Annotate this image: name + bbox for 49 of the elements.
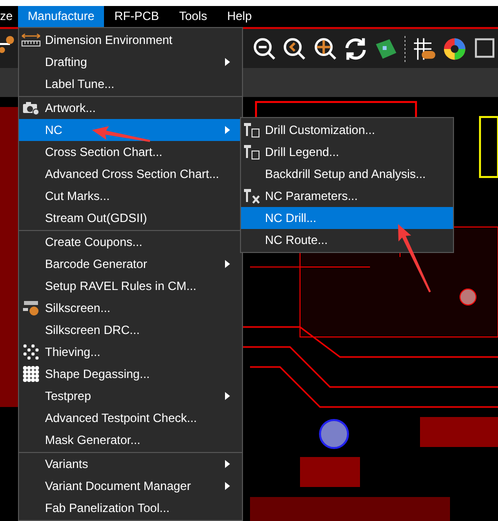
- menu-item[interactable]: Testprep: [19, 385, 242, 407]
- menu-item[interactable]: Drill Legend...: [241, 141, 453, 163]
- drill-icon: [243, 144, 261, 160]
- menu-item[interactable]: Cut Marks...: [19, 185, 242, 207]
- menu-item[interactable]: NC Parameters...: [241, 185, 453, 207]
- menu-bar-item[interactable]: RF-PCB: [104, 6, 170, 27]
- camera-icon: [22, 101, 40, 115]
- menu-item[interactable]: Backdrill Setup and Analysis...: [241, 163, 453, 185]
- menu-item[interactable]: Advanced Testpoint Check...: [19, 407, 242, 429]
- menu-item[interactable]: Variants: [19, 453, 242, 475]
- menu-item[interactable]: Variant Document Manager: [19, 475, 242, 497]
- zoom-out-icon[interactable]: [252, 36, 278, 62]
- grid-toggle-icon[interactable]: [412, 36, 438, 62]
- menu-item[interactable]: Advanced Cross Section Chart...: [19, 163, 242, 185]
- menu-item[interactable]: Shape Degassing...: [19, 363, 242, 385]
- menu-item[interactable]: Mask Generator...: [19, 429, 242, 451]
- refresh-icon[interactable]: [342, 36, 368, 62]
- menu-bar-item[interactable]: Manufacture: [18, 6, 104, 27]
- menu-item[interactable]: Silkscreen...: [19, 297, 242, 319]
- checker-pattern-icon: [23, 366, 39, 382]
- color-wheel-icon[interactable]: [442, 36, 468, 62]
- menu-item[interactable]: Drafting: [19, 51, 242, 73]
- menu-item[interactable]: Setup RAVEL Rules in CM...: [19, 275, 242, 297]
- node-icon: [0, 34, 14, 54]
- toolbar-separator-icon: [403, 36, 408, 62]
- menu-item[interactable]: Artwork...: [19, 97, 242, 119]
- menu-item[interactable]: Barcode Generator: [19, 253, 242, 275]
- checker-pattern-icon: [23, 344, 39, 360]
- zoom-fit-icon[interactable]: [312, 36, 338, 62]
- zoom-previous-icon[interactable]: [282, 36, 308, 62]
- menu-item[interactable]: Silkscreen DRC...: [19, 319, 242, 341]
- drill-wrench-icon: [243, 188, 261, 204]
- menu-bar-item[interactable]: Tools: [169, 6, 218, 27]
- menu-item[interactable]: Label Tune...: [19, 73, 242, 95]
- menu-item[interactable]: NC Drill...: [241, 207, 453, 229]
- menu-item[interactable]: Create Coupons...: [19, 231, 242, 253]
- menu-item[interactable]: Cross Section Chart...: [19, 141, 242, 163]
- menu-item[interactable]: Stream Out(GDSII): [19, 207, 242, 229]
- menu-bar-item[interactable]: Help: [217, 6, 262, 27]
- menu-item[interactable]: Thieving...: [19, 341, 242, 363]
- menu-bar-item[interactable]: ze: [0, 6, 16, 27]
- menu-item[interactable]: Fab Panelization Tool...: [19, 497, 242, 519]
- resistor-label-icon: [22, 300, 40, 316]
- menu-item[interactable]: Dimension Environment: [19, 29, 242, 51]
- drill-icon: [243, 122, 261, 138]
- ruler-icon: [21, 33, 41, 47]
- menu-item[interactable]: NC Route...: [241, 229, 453, 251]
- menu-item[interactable]: NC: [19, 119, 242, 141]
- menu-item[interactable]: Drill Customization...: [241, 119, 453, 141]
